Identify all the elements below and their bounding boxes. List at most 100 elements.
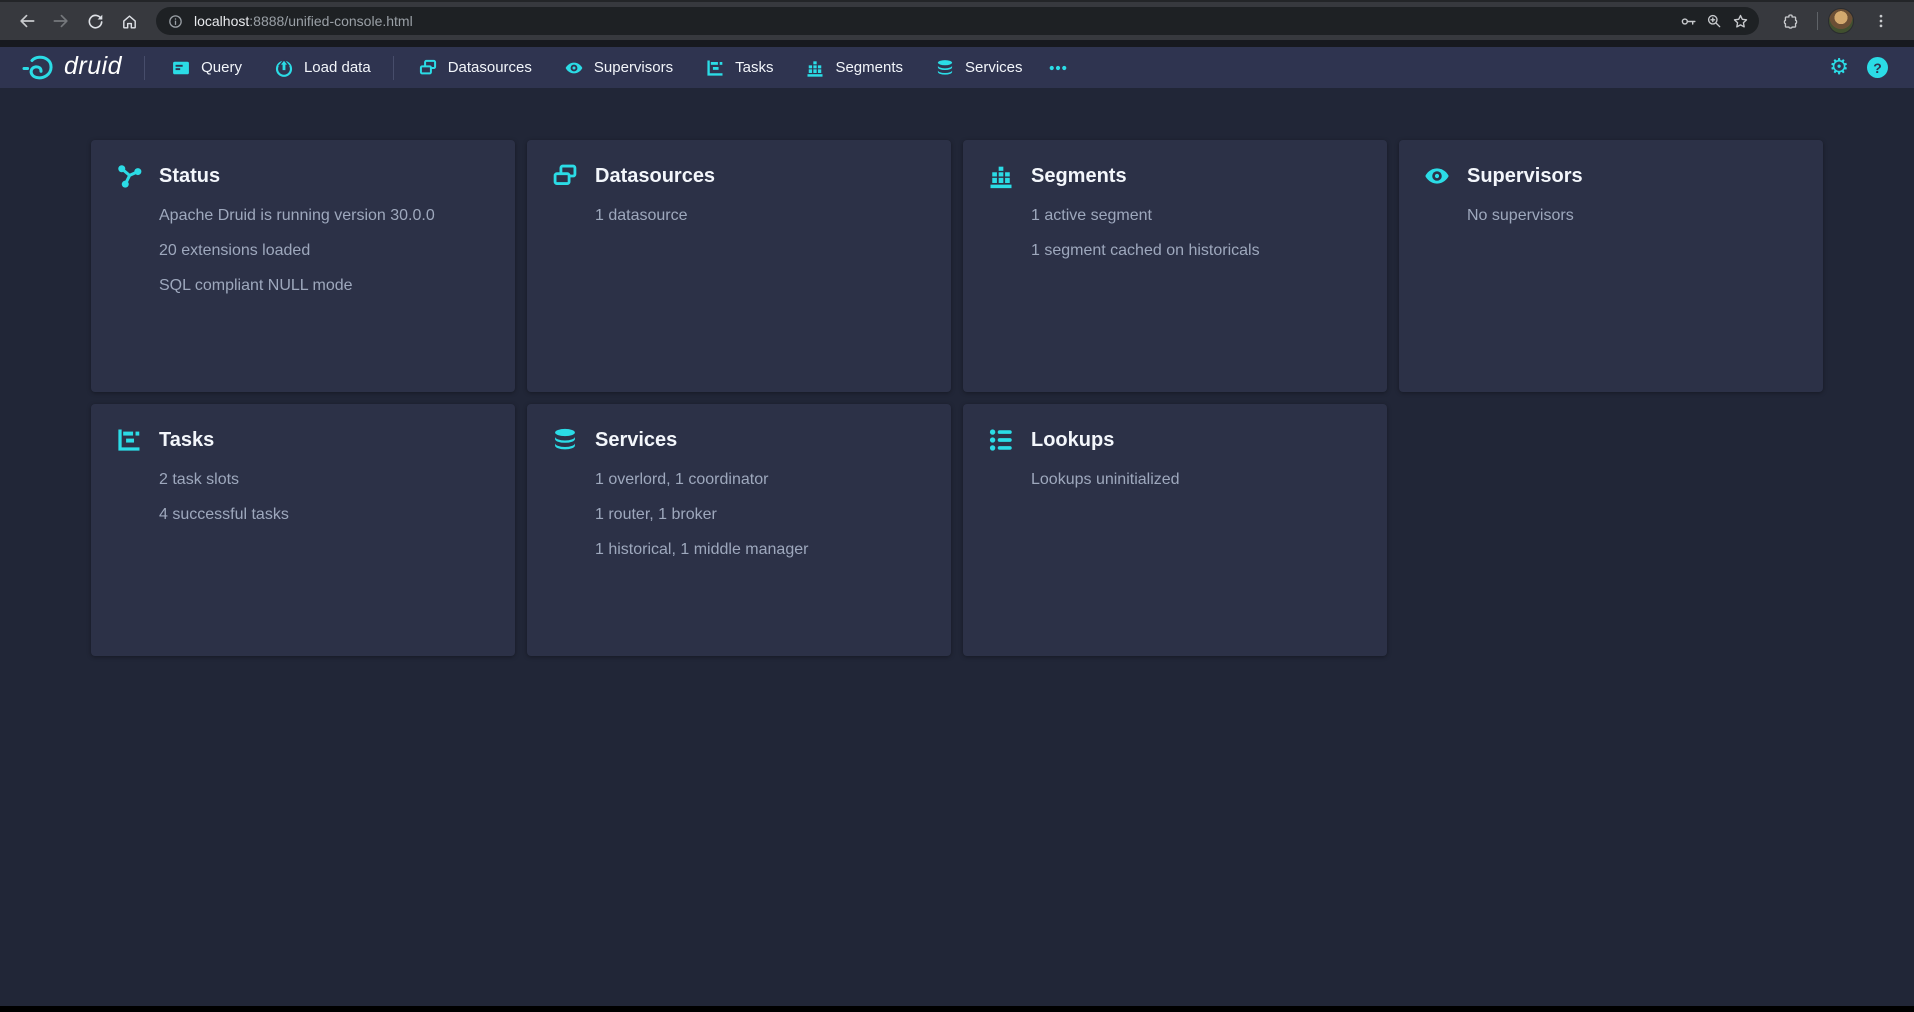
druid-navbar: druid Query Load data Datasources Superv… [0, 47, 1914, 88]
home-view: Status Apache Druid is running version 3… [0, 88, 1914, 656]
card-header: Status [115, 162, 491, 190]
info-icon [167, 13, 184, 30]
star-icon [1731, 12, 1750, 31]
back-button[interactable] [10, 4, 44, 38]
card-header: Supervisors [1423, 162, 1799, 190]
reload-icon [86, 12, 105, 31]
home-icon [120, 12, 139, 31]
card-line: 2 task slots [159, 462, 491, 497]
card-title: Lookups [1031, 429, 1114, 452]
card-body: Apache Druid is running version 30.0.0 2… [159, 198, 491, 303]
card-body: 1 overlord, 1 coordinator 1 router, 1 br… [595, 462, 927, 567]
url-host: localhost [194, 13, 249, 29]
nav-more-button[interactable] [1047, 58, 1069, 78]
gantt-icon [705, 58, 725, 78]
help-button[interactable]: ? [1867, 57, 1888, 78]
card-body: 1 datasource [595, 198, 927, 233]
reload-button[interactable] [78, 4, 112, 38]
card-line: 4 successful tasks [159, 497, 491, 532]
nav-label: Segments [835, 59, 903, 76]
nav-label: Supervisors [594, 59, 673, 76]
url-path: :8888/unified-console.html [249, 13, 412, 29]
eye-icon [564, 58, 584, 78]
bookmark-button[interactable] [1727, 8, 1753, 34]
nav-item-tasks[interactable]: Tasks [705, 58, 773, 78]
druid-logo[interactable]: druid [22, 52, 122, 84]
card-header: Lookups [987, 426, 1363, 454]
nav-item-services[interactable]: Services [935, 58, 1023, 78]
nav-label: Services [965, 59, 1023, 76]
navbar-divider [144, 56, 145, 80]
graph-nodes-icon [115, 162, 143, 190]
navbar-divider [393, 56, 394, 80]
stacked-bars-icon [987, 162, 1015, 190]
forward-arrow-icon [51, 11, 71, 31]
upload-circle-icon [274, 58, 294, 78]
magnifier-plus-icon [1705, 12, 1723, 30]
card-services[interactable]: Services 1 overlord, 1 coordinator 1 rou… [527, 404, 951, 656]
toolbar-separator [1817, 12, 1818, 30]
druid-spiral-icon [22, 53, 56, 83]
card-title: Supervisors [1467, 165, 1583, 188]
nav-label: Datasources [448, 59, 532, 76]
toolbar-right-group [1773, 4, 1904, 38]
card-header: Datasources [551, 162, 927, 190]
site-info-button[interactable] [162, 8, 188, 34]
card-line: Apache Druid is running version 30.0.0 [159, 198, 491, 233]
card-title: Status [159, 165, 220, 188]
eye-icon [1423, 162, 1451, 190]
card-segments[interactable]: Segments 1 active segment 1 segment cach… [963, 140, 1387, 392]
puzzle-icon [1781, 12, 1800, 31]
nav-item-datasources[interactable]: Datasources [418, 58, 532, 78]
navbar-right-group: ⚙ ? [1829, 57, 1888, 79]
nav-item-segments[interactable]: Segments [805, 58, 903, 78]
nav-item-query[interactable]: Query [171, 58, 242, 78]
card-body: No supervisors [1467, 198, 1799, 233]
card-title: Tasks [159, 429, 214, 452]
database-icon [935, 58, 955, 78]
card-line: 1 overlord, 1 coordinator [595, 462, 927, 497]
extensions-button[interactable] [1773, 4, 1807, 38]
profile-avatar[interactable] [1828, 8, 1854, 34]
card-status[interactable]: Status Apache Druid is running version 3… [91, 140, 515, 392]
browser-toolbar: localhost:8888/unified-console.html [0, 0, 1914, 40]
key-icon [1679, 12, 1698, 31]
gantt-icon [115, 426, 143, 454]
kebab-menu-icon [1872, 12, 1890, 30]
card-line: No supervisors [1467, 198, 1799, 233]
card-line: 1 router, 1 broker [595, 497, 927, 532]
card-line: 20 extensions loaded [159, 233, 491, 268]
database-icon [551, 426, 579, 454]
nav-item-supervisors[interactable]: Supervisors [564, 58, 673, 78]
card-body: Lookups uninitialized [1031, 462, 1363, 497]
list-properties-icon [987, 426, 1015, 454]
bottom-black-strip [0, 1006, 1914, 1012]
druid-wordmark: druid [64, 52, 122, 84]
card-title: Datasources [595, 165, 715, 188]
card-header: Segments [987, 162, 1363, 190]
card-line: 1 active segment [1031, 198, 1363, 233]
nav-item-load-data[interactable]: Load data [274, 58, 371, 78]
card-lookups[interactable]: Lookups Lookups uninitialized [963, 404, 1387, 656]
card-title: Services [595, 429, 677, 452]
card-line: Lookups uninitialized [1031, 462, 1363, 497]
nav-label: Query [201, 59, 242, 76]
card-header: Tasks [115, 426, 491, 454]
card-body: 1 active segment 1 segment cached on his… [1031, 198, 1363, 268]
nav-label: Load data [304, 59, 371, 76]
card-datasources[interactable]: Datasources 1 datasource [527, 140, 951, 392]
browser-menu-button[interactable] [1864, 4, 1898, 38]
nav-label: Tasks [735, 59, 773, 76]
card-supervisors[interactable]: Supervisors No supervisors [1399, 140, 1823, 392]
card-line: 1 historical, 1 middle manager [595, 532, 927, 567]
password-manager-button[interactable] [1675, 8, 1701, 34]
card-tasks[interactable]: Tasks 2 task slots 4 successful tasks [91, 404, 515, 656]
card-line: 1 datasource [595, 198, 927, 233]
card-title: Segments [1031, 165, 1127, 188]
settings-gear-icon[interactable]: ⚙ [1829, 57, 1849, 79]
zoom-button[interactable] [1701, 8, 1727, 34]
forward-button[interactable] [44, 4, 78, 38]
card-header: Services [551, 426, 927, 454]
home-button[interactable] [112, 4, 146, 38]
address-bar[interactable]: localhost:8888/unified-console.html [156, 7, 1759, 35]
